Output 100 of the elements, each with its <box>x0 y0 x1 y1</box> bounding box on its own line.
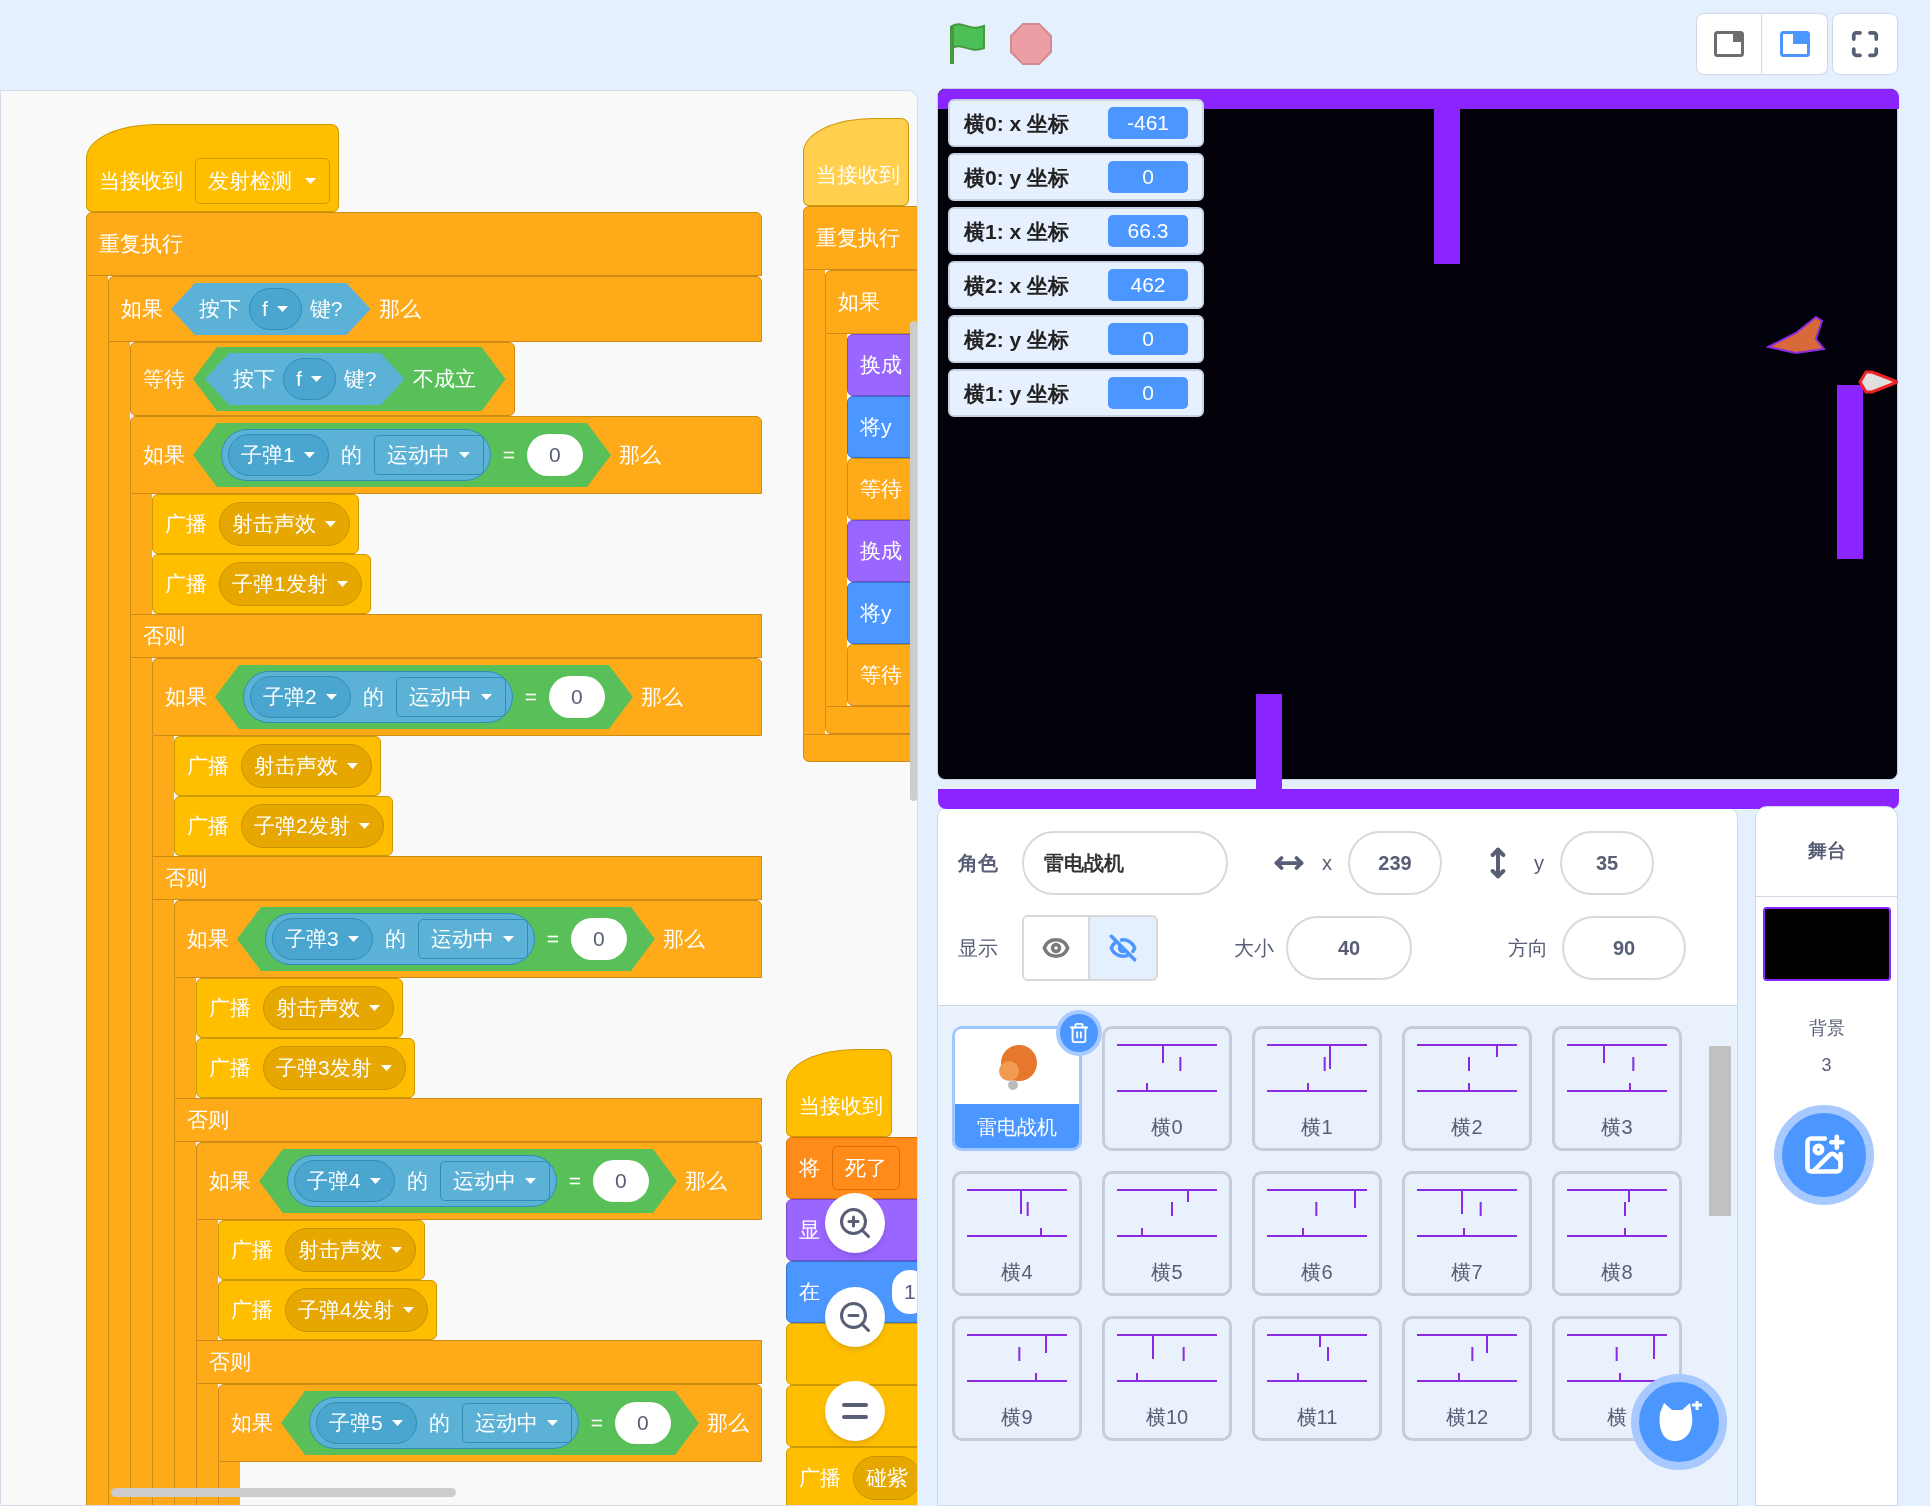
sprite-name: 横3 <box>1601 1115 1633 1140</box>
block-label: 那么 <box>640 684 683 711</box>
number-field[interactable]: 0 <box>570 918 627 960</box>
fullscreen-button[interactable] <box>1832 13 1898 76</box>
block-label: 广播 <box>187 813 229 840</box>
caret-icon <box>368 1004 381 1012</box>
sprite-name: 横11 <box>1296 1405 1338 1430</box>
sprite-tile[interactable]: 横6 <box>1252 1171 1382 1296</box>
x-label: x <box>1322 851 1332 876</box>
fullscreen-icon <box>1850 29 1880 60</box>
sprite-name: 横9 <box>1001 1405 1033 1430</box>
sprite-tile[interactable]: 横10 <box>1102 1316 1232 1441</box>
caret-icon <box>302 451 316 459</box>
block-label: 换成 <box>860 538 902 565</box>
x-field[interactable]: 239 <box>1348 831 1442 895</box>
caret-icon <box>357 822 371 830</box>
block-label: 如果 <box>209 1168 251 1195</box>
number-field[interactable]: 0 <box>614 1402 671 1444</box>
sprite-tile[interactable]: 横8 <box>1552 1171 1682 1296</box>
block-label: 广播 <box>231 1297 273 1324</box>
block-label: 如果 <box>121 296 163 323</box>
caret-icon <box>346 935 360 943</box>
monitor-value: -461 <box>1108 107 1188 140</box>
hide-sprite-button[interactable] <box>1090 915 1158 981</box>
block-label: 的 <box>340 442 362 469</box>
eye-off-icon <box>1109 934 1137 962</box>
operator-label: = <box>546 926 559 953</box>
sprite-name: 横12 <box>1445 1405 1489 1430</box>
flag-icon[interactable] <box>948 22 988 67</box>
block-label: 否则 <box>165 865 207 892</box>
block-label: 广播 <box>165 571 207 598</box>
sprite-tile[interactable]: 横7 <box>1402 1171 1532 1296</box>
block-label: 广播 <box>231 1237 273 1264</box>
sprite-tile[interactable]: 横4 <box>952 1171 1082 1296</box>
direction-field[interactable]: 90 <box>1562 916 1686 980</box>
sprite-name: 横1 <box>1301 1115 1333 1140</box>
caret-icon <box>401 1306 415 1314</box>
block-label: 广播 <box>209 995 251 1022</box>
jet-sprite-drawing <box>1766 315 1826 356</box>
block-label: 那么 <box>706 1410 749 1437</box>
sprite-name: 横8 <box>1601 1260 1633 1285</box>
caret-icon <box>324 520 337 528</box>
sprite-name: 横5 <box>1151 1260 1183 1285</box>
stage-title: 舞台 <box>1756 807 1897 897</box>
number-field[interactable]: 0 <box>526 434 583 476</box>
number-field[interactable]: 0 <box>592 1160 649 1202</box>
rocket-sprite-drawing <box>1858 369 1898 396</box>
backdrop-count: 3 <box>1821 1054 1832 1077</box>
block-label: 如果 <box>187 926 229 953</box>
sprite-tile[interactable]: 横5 <box>1102 1171 1232 1296</box>
vertical-scrollbar[interactable] <box>910 321 917 801</box>
monitor-label: 横1: x 坐标 <box>964 218 1070 245</box>
caret-icon <box>390 1246 403 1254</box>
horizontal-scrollbar[interactable] <box>111 1488 456 1497</box>
value-field[interactable]: 1 <box>892 1270 917 1314</box>
number-field[interactable]: 0 <box>548 676 605 718</box>
caret-icon <box>479 693 493 701</box>
block-label: 重复执行 <box>99 231 183 258</box>
zoom-out-icon <box>837 1299 873 1335</box>
block-label: 否则 <box>187 1107 229 1134</box>
backdrop-thumbnail[interactable] <box>1762 907 1891 981</box>
block-label: 的 <box>384 926 406 953</box>
block-label: 否则 <box>143 623 185 650</box>
sprite-name: 横7 <box>1451 1260 1483 1285</box>
sprite-name-field[interactable]: 雷电战机 <box>1022 831 1228 895</box>
show-sprite-button[interactable] <box>1022 915 1090 981</box>
caret-icon <box>368 1177 382 1185</box>
sprite-tile[interactable]: 横0 <box>1102 1026 1232 1151</box>
size-field[interactable]: 40 <box>1286 916 1412 980</box>
sprite-name: 横2 <box>1451 1115 1483 1140</box>
delete-sprite-button[interactable] <box>1056 1010 1102 1056</box>
operator-label: = <box>590 1410 603 1437</box>
small-stage-button[interactable] <box>1696 13 1762 76</box>
monitor-label: 横1: y 坐标 <box>964 380 1070 407</box>
stop-icon[interactable] <box>1010 23 1052 66</box>
caret-icon <box>304 177 317 185</box>
normal-stage-button[interactable] <box>1762 13 1828 76</box>
normal-stage-icon <box>1779 31 1810 58</box>
y-field[interactable]: 35 <box>1560 831 1654 895</box>
block-label: 显 <box>799 1217 820 1244</box>
caret-icon <box>346 762 359 770</box>
sprite-tile[interactable]: 横11 <box>1252 1316 1382 1441</box>
block-label: 广播 <box>165 511 207 538</box>
block-label: 广播 <box>209 1055 251 1082</box>
show-label: 显示 <box>958 936 998 961</box>
block-label: 当接收到 <box>816 162 900 189</box>
sprite-tile[interactable]: 横9 <box>952 1316 1082 1441</box>
trash-icon <box>1068 1022 1090 1044</box>
small-stage-icon <box>1714 31 1744 58</box>
block-label: 将y <box>860 414 892 441</box>
zoom-in-icon <box>837 1205 873 1241</box>
sprite-tile[interactable]: 横12 <box>1402 1316 1532 1441</box>
sprite-tile[interactable]: 雷电战机 <box>952 1026 1082 1151</box>
direction-label: 方向 <box>1508 936 1548 961</box>
sprite-tile[interactable]: 横2 <box>1402 1026 1532 1151</box>
sprite-tile[interactable]: 横1 <box>1252 1026 1382 1151</box>
monitor-label: 横2: x 坐标 <box>964 272 1070 299</box>
block-label: 将y <box>860 600 892 627</box>
vertical-scrollbar[interactable] <box>1709 1046 1731 1216</box>
sprite-tile[interactable]: 横3 <box>1552 1026 1682 1151</box>
